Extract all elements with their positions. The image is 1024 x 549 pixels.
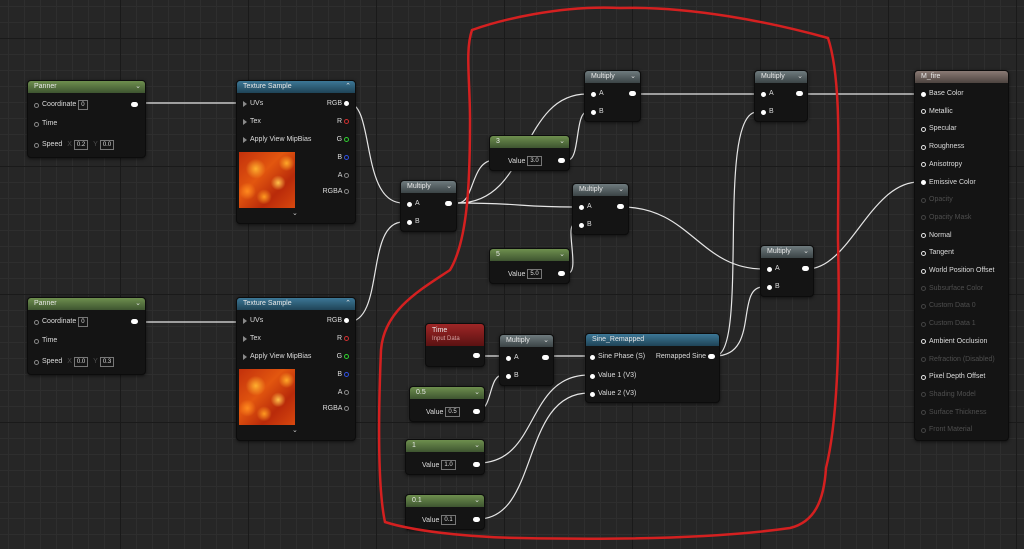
annotation-outline [377, 6, 840, 540]
annotation-layer [377, 6, 840, 540]
graph-canvas[interactable]: Panner ⌄ Coordinate 0 Time Speed X 0.2 Y 0.0… [0, 0, 1024, 549]
